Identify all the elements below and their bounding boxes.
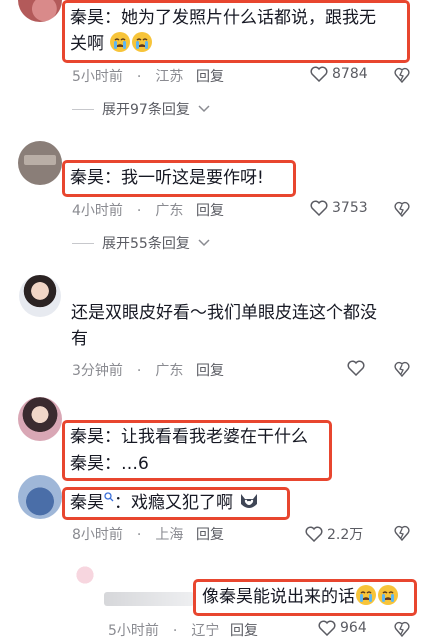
comment-text-cont: 关啊	[70, 34, 104, 54]
crying-emoji	[356, 585, 376, 605]
heart-icon	[310, 66, 328, 82]
heart-icon[interactable]	[347, 360, 365, 376]
crying-emoji	[132, 32, 153, 52]
obscured-text	[104, 592, 194, 606]
like-count: 8784	[332, 66, 368, 82]
avatar[interactable]	[18, 397, 62, 441]
comment-body: 像秦昊能说出来的话	[202, 587, 355, 607]
comment-time: 3分钟前	[72, 363, 123, 379]
like-button[interactable]: 3753	[310, 200, 368, 216]
expand-label: 展开55条回复	[102, 236, 190, 252]
comment-location: 江苏	[155, 69, 184, 85]
comment-author[interactable]: 秦昊	[70, 493, 104, 513]
comment-text-line2: 有	[71, 329, 88, 349]
avatar-badge	[24, 155, 56, 165]
expand-replies[interactable]: 展开97条回复	[72, 99, 210, 119]
comment-body: ：戏瘾又犯了啊	[114, 493, 233, 513]
crying-emoji	[110, 32, 131, 52]
comment-meta: 3分钟前 · 广东	[72, 363, 184, 379]
search-icon	[104, 492, 114, 502]
avatar[interactable]	[18, 0, 62, 22]
comment-time: 4小时前	[72, 203, 123, 219]
dog-emoji	[241, 494, 258, 508]
heart-icon	[318, 620, 336, 636]
comment-time: 5小时前	[72, 69, 123, 85]
reply-button[interactable]: 回复	[196, 66, 224, 86]
comment-text: 秦昊 ：戏瘾又犯了啊	[70, 490, 260, 517]
expand-replies[interactable]: 展开55条回复	[72, 233, 210, 253]
comment-text: 还是双眼皮好看～我们单眼皮连这个都没	[71, 303, 377, 323]
reply-button[interactable]: 回复	[196, 200, 224, 220]
comment-time: 8小时前	[72, 527, 123, 543]
comment-text-line2: 关啊	[70, 31, 153, 58]
comment-location: 上海	[155, 527, 184, 543]
avatar[interactable]	[18, 141, 62, 185]
divider	[72, 108, 94, 110]
comment-text: 像秦昊能说出来的话	[202, 584, 399, 611]
avatar[interactable]	[18, 475, 62, 519]
comment-text: 秦昊：我一听这是要作呀!	[70, 168, 264, 188]
comment-text: 秦昊：她为了发照片什么话都说，跟我无	[70, 8, 376, 28]
divider	[72, 242, 94, 244]
avatar[interactable]	[70, 560, 100, 590]
comment-text-line2: 秦昊：…6	[70, 454, 149, 474]
comment-meta: 5小时前 · 辽宁	[108, 623, 220, 639]
like-button[interactable]: 964	[318, 620, 367, 636]
reply-button[interactable]: 回复	[230, 620, 258, 640]
comment-location: 广东	[155, 203, 184, 219]
dislike-icon[interactable]	[394, 201, 410, 217]
like-button[interactable]: 8784	[310, 66, 368, 82]
expand-label: 展开97条回复	[102, 102, 190, 118]
crying-emoji	[378, 585, 398, 605]
dislike-icon[interactable]	[394, 361, 410, 377]
comment-location: 广东	[155, 363, 184, 379]
avatar[interactable]	[19, 275, 61, 317]
like-button[interactable]: 2.2万	[305, 524, 363, 544]
chevron-down-icon	[198, 239, 210, 247]
chevron-down-icon	[198, 105, 210, 113]
like-count: 964	[340, 620, 367, 636]
comment-meta: 4小时前 · 广东	[72, 203, 184, 219]
reply-button[interactable]: 回复	[196, 524, 224, 544]
comment-text: 秦昊：让我看看我老婆在干什么	[70, 427, 308, 447]
comment-meta: 8小时前 · 上海	[72, 527, 184, 543]
heart-icon	[305, 526, 323, 542]
like-count: 3753	[332, 200, 368, 216]
dislike-icon[interactable]	[394, 525, 410, 541]
comment-location: 辽宁	[191, 623, 220, 639]
dislike-icon[interactable]	[394, 67, 410, 83]
dislike-icon[interactable]	[394, 621, 410, 637]
like-count: 2.2万	[327, 527, 364, 543]
comment-time: 5小时前	[108, 623, 159, 639]
comment-meta: 5小时前 · 江苏	[72, 69, 184, 85]
heart-icon	[310, 200, 328, 216]
reply-button[interactable]: 回复	[196, 360, 224, 380]
